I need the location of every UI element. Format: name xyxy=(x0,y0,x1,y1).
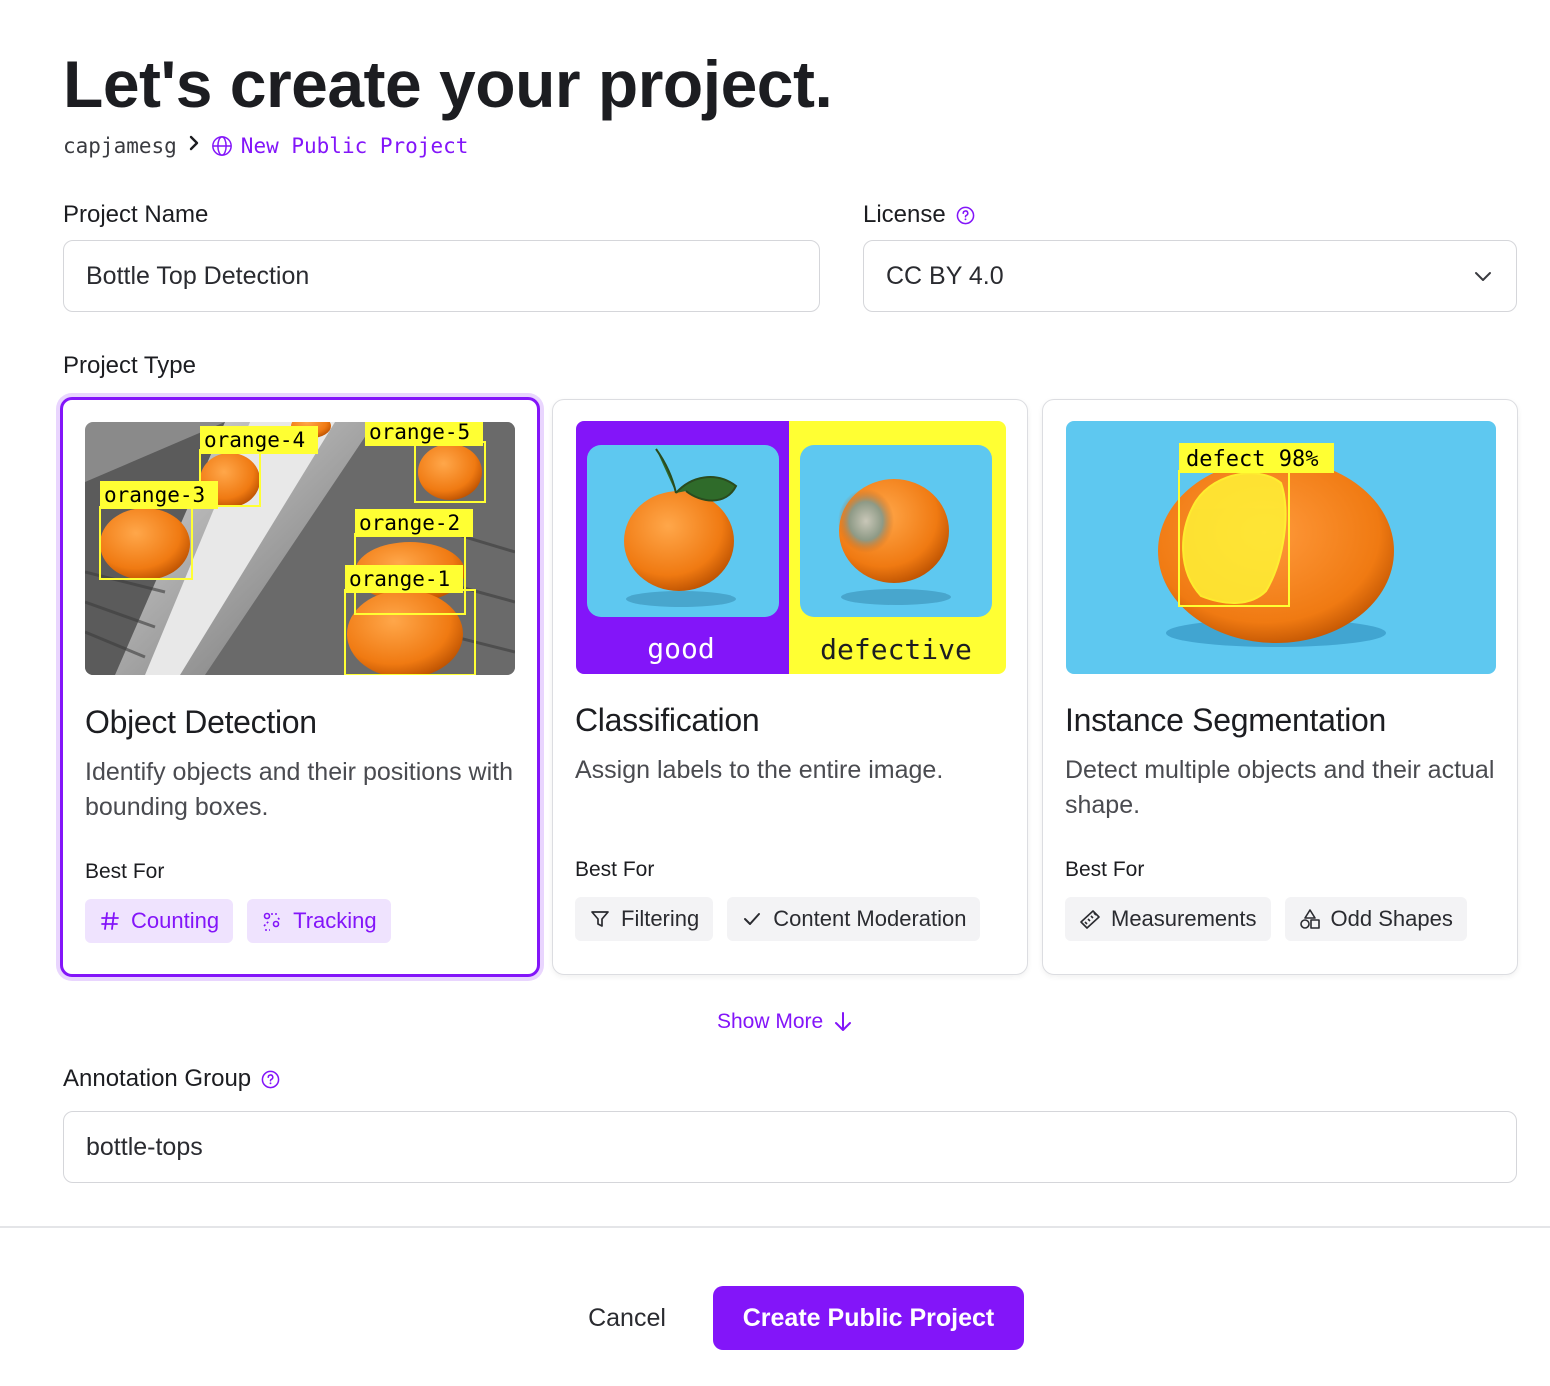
class-label-defective: defective xyxy=(820,633,972,666)
tag-filtering: Filtering xyxy=(575,897,714,941)
license-select[interactable]: CC BY 4.0 xyxy=(863,240,1517,312)
tag-label: Filtering xyxy=(621,906,700,931)
best-for-label: Best For xyxy=(575,858,655,881)
breadcrumb-owner[interactable]: capjamesg xyxy=(63,132,177,160)
project-type-label-text: Project Type xyxy=(63,352,196,379)
project-name-value: Bottle Top Detection xyxy=(86,261,310,290)
detection-label: orange-4 xyxy=(204,428,305,452)
show-more-label: Show More xyxy=(717,1010,824,1033)
tag-tracking: Tracking xyxy=(247,899,391,943)
arrow-down-icon xyxy=(835,1012,852,1031)
best-for-label: Best For xyxy=(85,860,165,883)
project-type-card-instance-segmentation[interactable]: defect 98% Instance Segmentation Detect … xyxy=(1042,399,1518,975)
ruler-icon xyxy=(1080,910,1100,929)
tag-label: Content Moderation xyxy=(773,906,967,931)
card-description: Detect multiple objects and their actual… xyxy=(1065,756,1495,819)
license-label-text: License xyxy=(863,201,946,228)
annotation-group-value: bottle-tops xyxy=(86,1132,203,1161)
detection-label: orange-5 xyxy=(369,422,470,444)
check-icon xyxy=(744,913,761,925)
annotation-group-input[interactable]: bottle-tops xyxy=(63,1111,1517,1183)
chevron-right-icon xyxy=(187,132,201,160)
tag-list: Filtering Content Moderation xyxy=(575,897,981,941)
class-label-good: good xyxy=(647,632,714,665)
project-name-input[interactable]: Bottle Top Detection xyxy=(63,240,820,312)
tag-label: Odd Shapes xyxy=(1330,906,1453,931)
page-title: Let's create your project. xyxy=(63,47,833,121)
tag-label: Measurements xyxy=(1111,906,1257,931)
breadcrumb: capjamesg New Public Project xyxy=(63,132,468,160)
segmentation-label: defect 98% xyxy=(1186,447,1318,472)
tag-list: Counting Tracking xyxy=(85,899,391,943)
breadcrumb-project: New Public Project xyxy=(211,132,469,160)
tag-counting: Counting xyxy=(85,899,234,943)
filter-icon xyxy=(591,911,609,927)
tag-label: Counting xyxy=(131,908,220,933)
license-value: CC BY 4.0 xyxy=(886,261,1004,290)
hash-icon xyxy=(101,912,119,930)
license-label: License xyxy=(863,200,975,230)
project-name-label-text: Project Name xyxy=(63,201,209,228)
globe-icon xyxy=(211,136,232,156)
tag-list: Measurements Odd Shapes xyxy=(1065,897,1467,941)
classification-preview-image: good defective xyxy=(576,421,1006,674)
tracking-icon xyxy=(263,912,281,931)
annotation-group-label: Annotation Group xyxy=(63,1064,280,1094)
object-detection-preview-image: orange-4 orange-5 orange-3 orange-2 oran… xyxy=(85,422,515,675)
project-type-card-object-detection[interactable]: orange-4 orange-5 orange-3 orange-2 oran… xyxy=(60,397,540,977)
card-title: Instance Segmentation xyxy=(1065,702,1387,738)
detection-label: orange-1 xyxy=(349,567,450,591)
project-type-card-classification[interactable]: good defective Classification Assign lab… xyxy=(552,399,1028,975)
detection-label: orange-2 xyxy=(359,511,460,535)
cancel-button[interactable]: Cancel xyxy=(566,1286,688,1350)
tag-content-moderation: Content Moderation xyxy=(727,897,981,941)
tag-measurements: Measurements xyxy=(1065,897,1271,941)
breadcrumb-project-label: New Public Project xyxy=(240,134,469,158)
detection-label: orange-3 xyxy=(104,483,205,507)
chevron-down-icon xyxy=(1475,272,1491,281)
tag-odd-shapes: Odd Shapes xyxy=(1284,897,1467,941)
project-name-label: Project Name xyxy=(63,200,208,230)
shapes-icon xyxy=(1299,909,1320,929)
project-type-label: Project Type xyxy=(63,351,196,381)
tag-label: Tracking xyxy=(293,908,377,933)
card-title: Object Detection xyxy=(85,704,317,740)
card-title: Classification xyxy=(575,702,760,738)
help-icon[interactable] xyxy=(956,206,975,225)
card-description: Assign labels to the entire image. xyxy=(575,756,944,784)
annotation-group-label-text: Annotation Group xyxy=(63,1065,252,1092)
segmentation-preview-image: defect 98% xyxy=(1066,421,1496,674)
card-description: Identify objects and their positions wit… xyxy=(85,758,514,821)
create-public-project-button[interactable]: Create Public Project xyxy=(713,1286,1024,1350)
help-icon[interactable] xyxy=(261,1070,280,1089)
show-more-button[interactable]: Show More xyxy=(717,1010,853,1034)
footer-divider xyxy=(0,1226,1550,1228)
best-for-label: Best For xyxy=(1065,858,1145,881)
